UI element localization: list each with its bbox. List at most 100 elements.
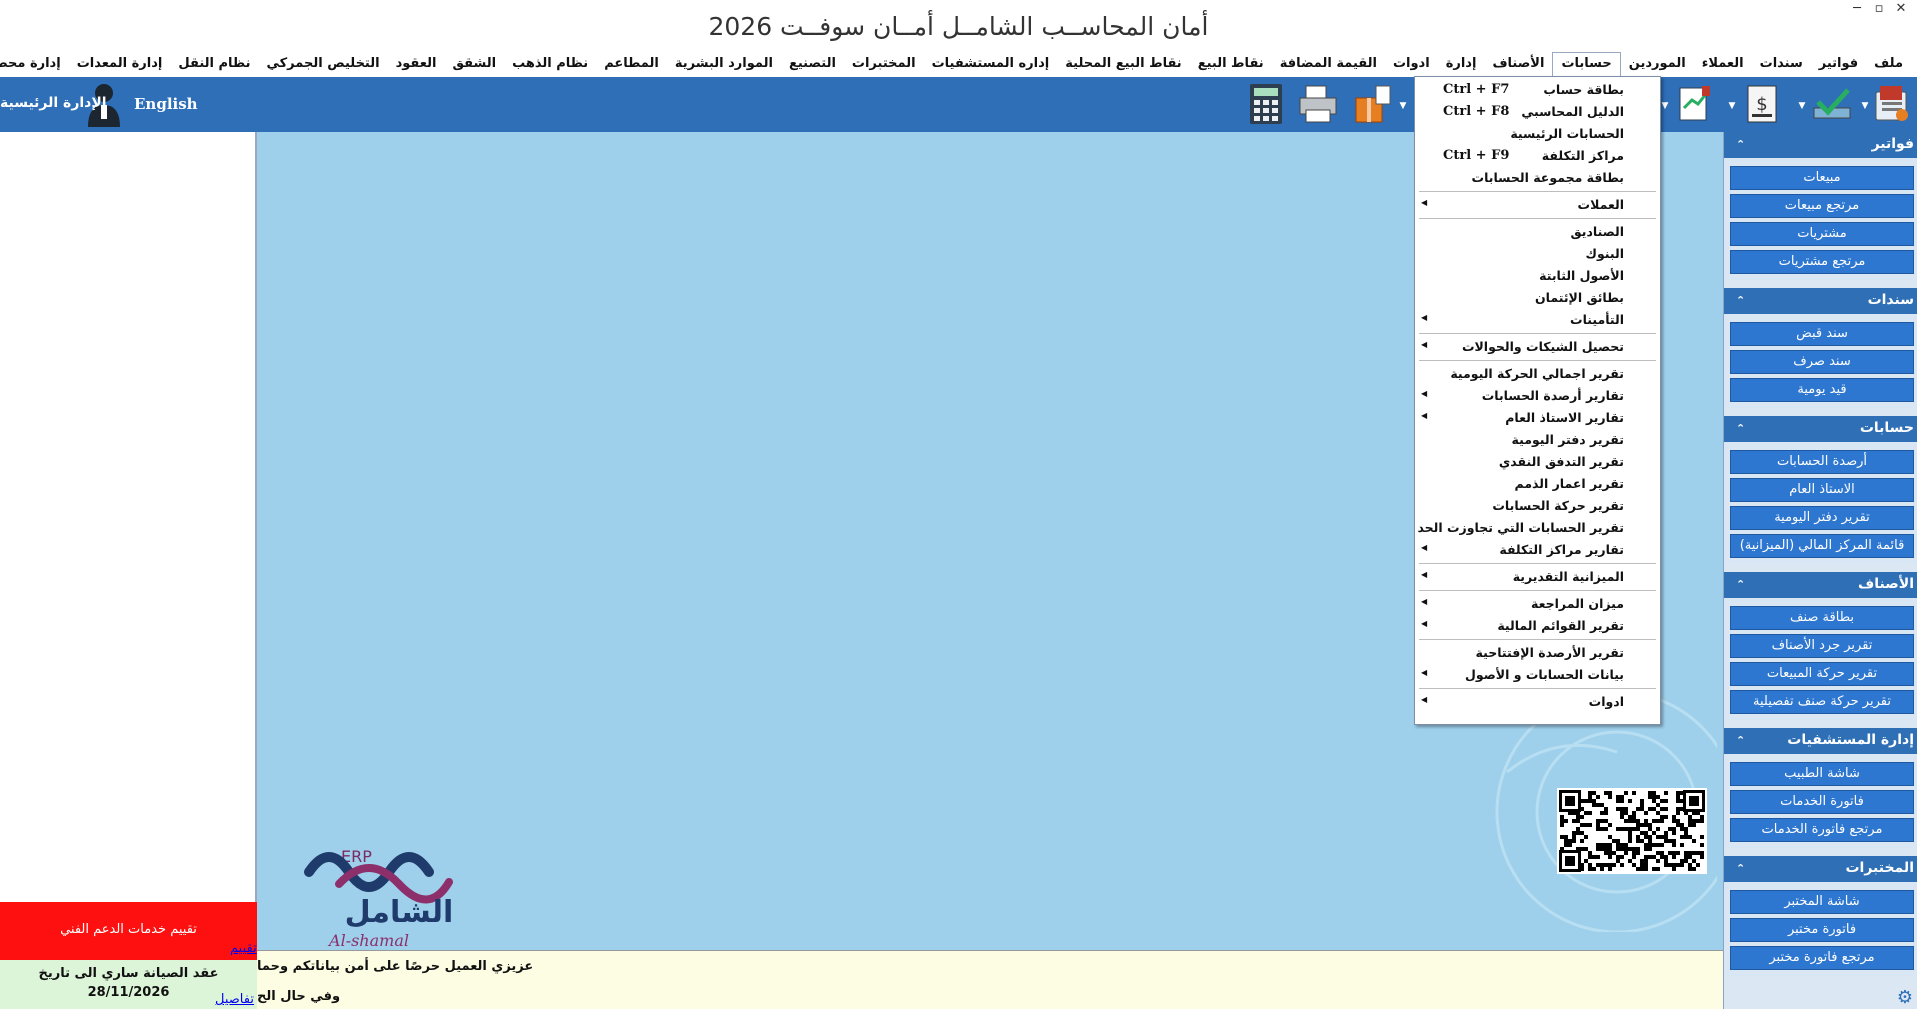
dropdown-item[interactable]: الأصول الثابتة [1415, 266, 1660, 286]
dropdown-item[interactable]: مراكز التكلفة Ctrl + F9 [1415, 146, 1660, 166]
chevron-down-icon[interactable]: ▼ [1860, 101, 1870, 111]
chevron-up-icon[interactable]: ⌃ [1736, 138, 1745, 151]
invoice-icon[interactable]: $ [1740, 82, 1784, 126]
sidebar-button[interactable]: سند صرف [1730, 350, 1914, 374]
sidebar-button[interactable]: أرصدة الحسابات [1730, 450, 1914, 474]
dropdown-item[interactable]: بطاقة مجموعة الحسابات [1415, 168, 1660, 188]
sidebar-button[interactable]: قائمة المركز المالي (الميزانية) [1730, 534, 1914, 558]
menu-item[interactable]: الموارد البشرية [667, 53, 781, 76]
menu-item[interactable]: فواتير [1811, 53, 1866, 76]
menu-item[interactable]: نقاط البيع المحلية [1057, 53, 1189, 76]
menu-item[interactable]: حسابات [1552, 52, 1621, 76]
chevron-up-icon[interactable]: ⌃ [1736, 578, 1745, 591]
dropdown-item[interactable]: الصناديق [1415, 222, 1660, 242]
menu-item[interactable]: التصنيع [781, 53, 844, 76]
sidebar-button[interactable]: الاستاذ العام [1730, 478, 1914, 502]
sidebar-button[interactable]: تقرير حركة صنف تفصيلية [1730, 690, 1914, 714]
rate-link[interactable]: تقييم [230, 941, 257, 956]
chevron-down-icon[interactable]: ▼ [1797, 101, 1807, 111]
dropdown-item[interactable]: الميزانية التقديرية ◀ [1415, 567, 1660, 587]
details-link[interactable]: تفاصيل [215, 992, 254, 1007]
menu-item[interactable]: التخليص الجمركي [258, 53, 387, 76]
dropdown-item[interactable]: تقرير دفتر اليومية [1415, 430, 1660, 450]
menu-item[interactable]: إداره المستشفيات [924, 53, 1058, 76]
menu-item[interactable]: المطاعم [596, 53, 667, 76]
dropdown-item[interactable]: تقارير أرصدة الحسابات ◀ [1415, 386, 1660, 406]
sidebar-button[interactable]: مرتجع فاتورة مختبر [1730, 946, 1914, 970]
dropdown-item[interactable]: ادوات ◀ [1415, 692, 1660, 712]
chevron-up-icon[interactable]: ⌃ [1736, 862, 1745, 875]
sidebar-button[interactable]: مرتجع مشتريات [1730, 250, 1914, 274]
dropdown-item[interactable]: بطائق الإئتمان [1415, 288, 1660, 308]
admin-button[interactable]: الإدارة الرئيسية [0, 95, 107, 111]
sidebar-button[interactable]: شاشة الطبيب [1730, 762, 1914, 786]
dropdown-item[interactable]: تقرير حركة الحسابات [1415, 496, 1660, 516]
dropdown-item[interactable]: تقرير اعمار الذمم [1415, 474, 1660, 494]
chevron-up-icon[interactable]: ⌃ [1736, 734, 1745, 747]
sidebar-button[interactable]: مبيعات [1730, 166, 1914, 190]
sidebar-button[interactable]: فاتورة الخدمات [1730, 790, 1914, 814]
restore-icon[interactable]: ▫ [1869, 2, 1889, 16]
printer-icon[interactable] [1296, 82, 1340, 126]
dropdown-item[interactable]: تقرير الأرصدة الإفتتاحية [1415, 643, 1660, 663]
menu-item[interactable]: الشقق [444, 53, 504, 76]
sidebar-button[interactable]: مرتجع مبيعات [1730, 194, 1914, 218]
sidebar-button[interactable]: شاشة المختبر [1730, 890, 1914, 914]
menu-item[interactable]: إدارة [1438, 53, 1485, 76]
menu-item[interactable]: ادوات [1385, 53, 1438, 76]
dropdown-item[interactable]: تحصيل الشيكات والحوالات ◀ [1415, 337, 1660, 357]
chevron-down-icon[interactable]: ▼ [1398, 101, 1408, 111]
dropdown-item[interactable]: الدليل المحاسبي Ctrl + F8 [1415, 102, 1660, 122]
chevron-up-icon[interactable]: ⌃ [1736, 294, 1745, 307]
chevron-down-icon[interactable]: ▼ [1727, 101, 1737, 111]
language-button[interactable]: English [134, 95, 198, 113]
menu-item[interactable]: القيمة المضافة [1272, 53, 1385, 76]
menu-item[interactable]: ملف [1866, 53, 1911, 76]
dropdown-item[interactable]: التأمينات ◀ [1415, 310, 1660, 330]
close-icon[interactable]: ✕ [1891, 2, 1911, 16]
menu-item[interactable]: نظام الذهب [504, 53, 596, 76]
sidebar-button[interactable]: تقرير حركة المبيعات [1730, 662, 1914, 686]
dropdown-item[interactable]: الحسابات الرئيسية [1415, 124, 1660, 144]
menu-item[interactable]: سندات [1752, 53, 1811, 76]
dropdown-item[interactable]: تقارير الاستاذ العام ◀ [1415, 408, 1660, 428]
sidebar-button[interactable]: مرتجع فاتورة الخدمات [1730, 818, 1914, 842]
sidebar-section-header[interactable]: سندات ⌃ [1724, 288, 1917, 314]
dropdown-item[interactable]: تقرير الحسابات التي تجاوزت الحد [1415, 518, 1660, 538]
sidebar-button[interactable]: فاتورة مختبر [1730, 918, 1914, 942]
calculator-icon[interactable] [1244, 82, 1288, 126]
dropdown-item[interactable]: تقرير اجمالي الحركة اليومية [1415, 364, 1660, 384]
sidebar-button[interactable]: بطاقة صنف [1730, 606, 1914, 630]
chevron-up-icon[interactable]: ⌃ [1736, 422, 1745, 435]
menu-item[interactable]: إدارة المعدات [69, 53, 171, 76]
sidebar-button[interactable]: مشتريات [1730, 222, 1914, 246]
shopping-icon[interactable] [1870, 82, 1914, 126]
sidebar-button[interactable]: سند قبض [1730, 322, 1914, 346]
check-icon[interactable] [1810, 82, 1854, 126]
sidebar-section-header[interactable]: إدارة المستشفيات ⌃ [1724, 728, 1917, 754]
dropdown-item[interactable]: تقارير مراكز التكلفة ◀ [1415, 540, 1660, 560]
sidebar-section-header[interactable]: فواتير ⌃ [1724, 132, 1917, 158]
gift-icon[interactable] [1350, 82, 1394, 126]
menu-item[interactable]: العملاء [1694, 53, 1752, 76]
dropdown-item[interactable]: تقرير التدفق النقدي [1415, 452, 1660, 472]
sidebar-section-header[interactable]: الأصناف ⌃ [1724, 572, 1917, 598]
dropdown-item[interactable]: العملات ◀ [1415, 195, 1660, 215]
chevron-down-icon[interactable]: ▼ [1660, 101, 1670, 111]
dropdown-item[interactable]: تقرير القوائم المالية ◀ [1415, 616, 1660, 636]
dropdown-item[interactable]: بيانات الحسابات و الأصول ◀ [1415, 665, 1660, 685]
dropdown-item[interactable]: بطاقة حساب Ctrl + F7 [1415, 80, 1660, 100]
sidebar-section-header[interactable]: المختبرات ⌃ [1724, 856, 1917, 882]
menu-item[interactable]: إدارة محطات البنزين [0, 53, 69, 76]
document-icon[interactable] [1672, 82, 1716, 126]
menu-item[interactable]: نقاط البيع [1190, 53, 1272, 76]
dropdown-item[interactable]: ميزان المراجعة ◀ [1415, 594, 1660, 614]
sidebar-section-header[interactable]: حسابات ⌃ [1724, 416, 1917, 442]
gear-icon[interactable]: ⚙ [1894, 987, 1916, 1009]
menu-item[interactable]: العقود [388, 53, 445, 76]
menu-item[interactable]: الأصناف [1484, 53, 1552, 76]
menu-item[interactable]: الموردين [1621, 53, 1694, 76]
minimize-icon[interactable]: ─ [1847, 2, 1867, 16]
menu-item[interactable]: نظام النقل [170, 53, 258, 76]
menu-item[interactable]: المختبرات [844, 53, 924, 76]
